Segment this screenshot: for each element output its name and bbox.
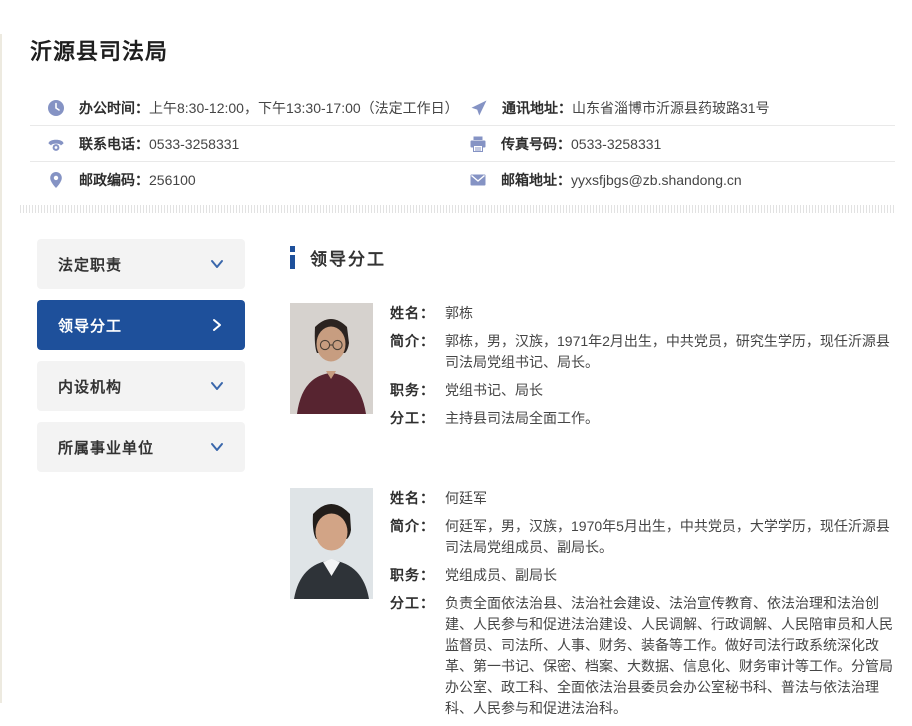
leader-post: 党组成员、副局长 [445,565,895,586]
hatched-divider [20,205,895,213]
leader-card: 姓名： 郭栋 简介： 郭栋，男，汉族，1971年2月出生，中共党员，研究生学历，… [290,303,895,436]
field-label: 职务： [390,380,445,401]
sidebar: 法定职责 领导分工 内设机构 所属事业单位 [37,239,245,726]
section-marker [290,246,295,269]
sidebar-item-internal-organs[interactable]: 内设机构 [37,361,245,411]
clock-icon [47,99,65,117]
info-cell-phone: 联系电话： 0533-3258331 [30,126,457,162]
info-value: yyxsfjbgs@zb.shandong.cn [571,172,742,188]
page-title: 沂源县司法局 [30,34,895,66]
field-bio: 简介： 郭栋，男，汉族，1971年2月出生，中共党员，研究生学历，现任沂源县司法… [390,331,895,373]
info-value: 上午8:30-12:00，下午13:30-17:00（法定工作日） [149,98,459,118]
info-cell-mailing-address: 通讯地址： 山东省淄博市沂源县药玻路31号 [458,90,895,126]
sidebar-item-label: 内设机构 [58,376,122,397]
leader-duty: 主持县司法局全面工作。 [445,408,895,429]
info-row: 邮政编码： 256100 邮箱地址： yyxsfjbgs@zb.shandong… [30,162,895,198]
sidebar-item-leadership-division[interactable]: 领导分工 [37,300,245,350]
sidebar-item-statutory-duties[interactable]: 法定职责 [37,239,245,289]
printer-icon [469,135,487,153]
sidebar-item-label: 所属事业单位 [58,437,154,458]
info-cell-postcode: 邮政编码： 256100 [30,162,457,198]
chevron-down-icon [210,379,224,393]
info-label: 联系电话： [79,134,149,154]
content-area: 领导分工 [290,239,895,726]
leader-name: 何廷军 [445,488,895,509]
leader-name: 郭栋 [445,303,895,324]
section-header: 领导分工 [290,245,895,270]
field-duty: 分工： 负责全面依法治县、法治社会建设、法治宣传教育、依法治理和法治创建、人民参… [390,593,895,719]
info-label: 邮箱地址： [501,170,571,190]
envelope-icon [469,171,487,189]
field-label: 姓名： [390,488,445,509]
leader-bio: 何廷军，男，汉族，1970年5月出生，中共党员，大学学历，现任沂源县司法局党组成… [445,516,895,558]
info-value: 256100 [149,172,196,188]
leader-card: 姓名： 何廷军 简介： 何廷军，男，汉族，1970年5月出生，中共党员，大学学历… [290,488,895,726]
field-label: 简介： [390,516,445,558]
sidebar-item-label: 法定职责 [58,254,122,275]
page: 沂源县司法局 办公时间： 上午8:30-12:00，下午13:30-17:00（… [2,34,912,726]
field-bio: 简介： 何廷军，男，汉族，1970年5月出生，中共党员，大学学历，现任沂源县司法… [390,516,895,558]
info-label: 邮政编码： [79,170,149,190]
info-label: 办公时间： [79,98,149,118]
pin-icon [47,171,65,189]
info-label: 通讯地址： [502,98,572,118]
field-label: 职务： [390,565,445,586]
field-duty: 分工： 主持县司法局全面工作。 [390,408,895,429]
leader-photo [290,303,373,414]
chevron-down-icon [210,440,224,454]
info-label: 传真号码： [501,134,571,154]
field-label: 分工： [390,593,445,719]
main-layout: 法定职责 领导分工 内设机构 所属事业单位 [30,239,895,726]
leader-fields: 姓名： 郭栋 简介： 郭栋，男，汉族，1971年2月出生，中共党员，研究生学历，… [390,303,895,436]
info-value: 山东省淄博市沂源县药玻路31号 [572,98,770,118]
leader-post: 党组书记、局长 [445,380,895,401]
field-post: 职务： 党组书记、局长 [390,380,895,401]
field-post: 职务： 党组成员、副局长 [390,565,895,586]
info-value: 0533-3258331 [571,136,661,152]
chevron-right-icon [210,318,224,332]
send-icon [470,99,488,117]
chevron-down-icon [210,257,224,271]
field-label: 简介： [390,331,445,373]
field-label: 姓名： [390,303,445,324]
section-title: 领导分工 [310,245,386,270]
field-name: 姓名： 何廷军 [390,488,895,509]
leader-fields: 姓名： 何廷军 简介： 何廷军，男，汉族，1970年5月出生，中共党员，大学学历… [390,488,895,726]
field-label: 分工： [390,408,445,429]
leader-bio: 郭栋，男，汉族，1971年2月出生，中共党员，研究生学历，现任沂源县司法局党组书… [445,331,895,373]
info-value: 0533-3258331 [149,136,239,152]
contact-info-table: 办公时间： 上午8:30-12:00，下午13:30-17:00（法定工作日） … [30,90,895,198]
sidebar-item-label: 领导分工 [58,315,122,336]
leader-photo [290,488,373,599]
info-cell-fax: 传真号码： 0533-3258331 [457,126,895,162]
info-cell-email: 邮箱地址： yyxsfjbgs@zb.shandong.cn [457,162,895,198]
leader-duty: 负责全面依法治县、法治社会建设、法治宣传教育、依法治理和法治创建、人民参与和促进… [445,593,895,719]
info-row: 办公时间： 上午8:30-12:00，下午13:30-17:00（法定工作日） … [30,90,895,126]
field-name: 姓名： 郭栋 [390,303,895,324]
info-cell-office-hours: 办公时间： 上午8:30-12:00，下午13:30-17:00（法定工作日） [30,90,458,126]
info-row: 联系电话： 0533-3258331 传真号码： 0533-3258331 [30,126,895,162]
sidebar-item-affiliated-units[interactable]: 所属事业单位 [37,422,245,472]
phone-icon [47,135,65,153]
